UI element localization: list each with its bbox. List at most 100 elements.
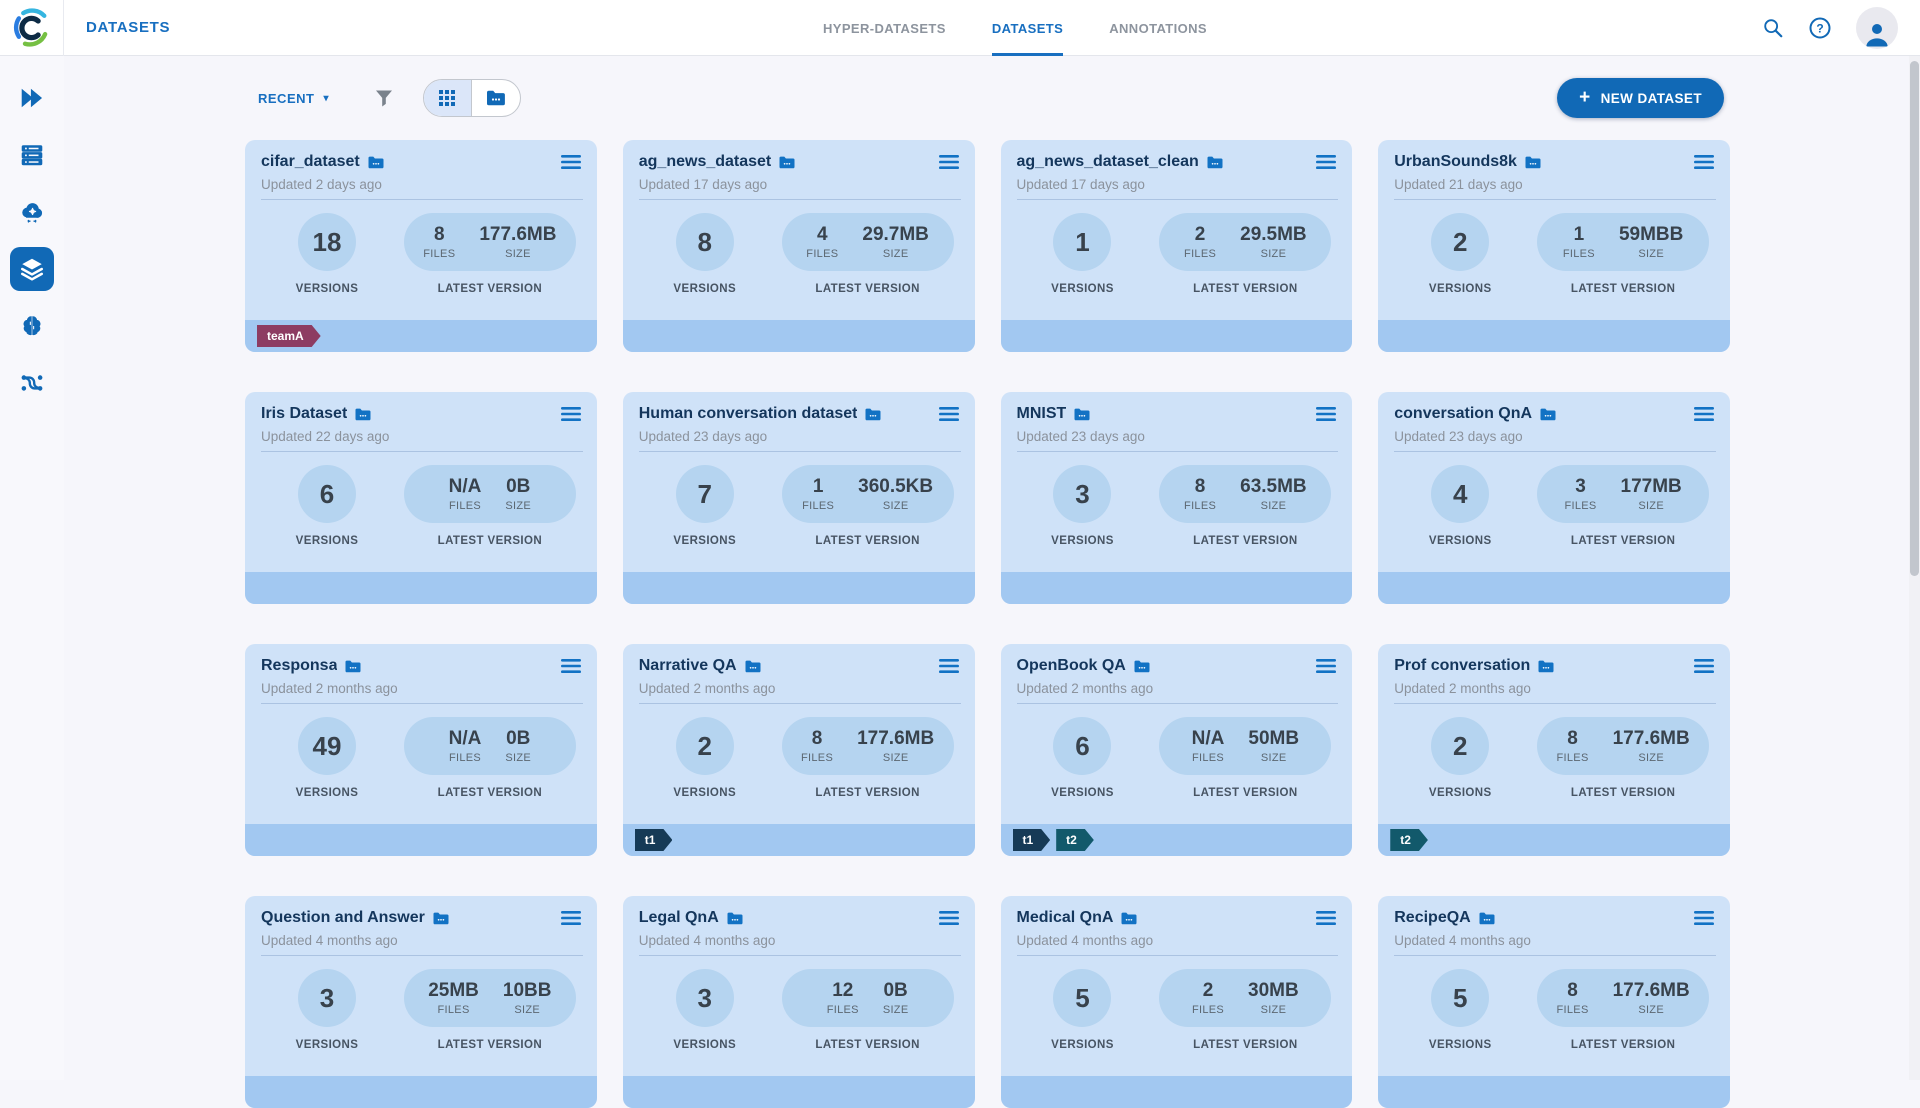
dataset-card-cifar_dataset[interactable]: cifar_dataset Updated 2 days ago 18 VERS…: [245, 140, 597, 352]
card-menu-icon[interactable]: [1314, 657, 1338, 675]
card-divider: [1017, 955, 1339, 956]
size-label: SIZE: [505, 752, 531, 764]
files-label: FILES: [827, 1004, 859, 1016]
latest-version-stats: 4FILES 29.7MBSIZE: [782, 213, 954, 271]
card-menu-icon[interactable]: [1692, 657, 1716, 675]
card-menu-icon[interactable]: [1314, 153, 1338, 171]
card-tags-strip: [1001, 1076, 1353, 1108]
dataset-card-Legal-QnA[interactable]: Legal QnA Updated 4 months ago 3 VERSION…: [623, 896, 975, 1108]
dataset-card-MNIST[interactable]: MNIST Updated 23 days ago 3 VERSIONS 8FI…: [1001, 392, 1353, 604]
size-value: 177MB: [1621, 476, 1682, 498]
card-menu-icon[interactable]: [559, 405, 583, 423]
dataset-title: RecipeQA: [1394, 909, 1470, 927]
latest-version-stats: N/AFILES 0BSIZE: [404, 717, 576, 775]
card-tags-strip: [623, 320, 975, 352]
new-dataset-button[interactable]: + NEW DATASET: [1557, 78, 1724, 118]
latest-version-label: LATEST VERSION: [1152, 535, 1338, 547]
card-menu-icon[interactable]: [937, 657, 961, 675]
tab-hyper-datasets[interactable]: HYPER-DATASETS: [823, 0, 946, 56]
tab-annotations[interactable]: ANNOTATIONS: [1109, 0, 1207, 56]
dataset-card-Prof-conversation[interactable]: Prof conversation Updated 2 months ago 2…: [1378, 644, 1730, 856]
dataset-card-ag_news_dataset[interactable]: ag_news_dataset Updated 17 days ago 8 VE…: [623, 140, 975, 352]
card-menu-icon[interactable]: [559, 657, 583, 675]
sidebar-item-projects[interactable]: [10, 76, 54, 120]
filter-button[interactable]: [375, 90, 393, 107]
card-body: ag_news_dataset_clean Updated 17 days ag…: [1001, 140, 1353, 295]
scrollbar-track[interactable]: [1909, 56, 1920, 1080]
dataset-card-conversation-QnA[interactable]: conversation QnA Updated 23 days ago 4 V…: [1378, 392, 1730, 604]
folder-icon: [1134, 660, 1150, 673]
dataset-card-Responsa[interactable]: Responsa Updated 2 months ago 49 VERSION…: [245, 644, 597, 856]
scrollbar-thumb[interactable]: [1910, 61, 1919, 576]
dataset-card-RecipeQA[interactable]: RecipeQA Updated 4 months ago 5 VERSIONS…: [1378, 896, 1730, 1108]
files-label: FILES: [1557, 1004, 1589, 1016]
sort-dropdown[interactable]: RECENT ▾: [258, 91, 329, 106]
view-mode-toggle: [423, 79, 521, 117]
sidebar-item-datasets[interactable]: [10, 247, 54, 291]
folder-view-icon: [486, 90, 506, 106]
latest-version-stats: 1FILES 360.5KBSIZE: [782, 465, 954, 523]
user-avatar-icon[interactable]: [1856, 7, 1898, 49]
files-count: 8: [1195, 476, 1206, 498]
page-title: DATASETS: [86, 19, 170, 36]
card-menu-icon[interactable]: [559, 909, 583, 927]
app-logo[interactable]: [0, 0, 64, 56]
sidebar-item-workers[interactable]: [10, 190, 54, 234]
card-menu-icon[interactable]: [1692, 405, 1716, 423]
grid-view-button[interactable]: [424, 80, 472, 116]
dataset-card-Question-and-Answer[interactable]: Question and Answer Updated 4 months ago…: [245, 896, 597, 1108]
files-count: 1: [1574, 224, 1585, 246]
size-value: 59MBB: [1619, 224, 1683, 246]
card-body: cifar_dataset Updated 2 days ago 18 VERS…: [245, 140, 597, 295]
sidebar-item-models[interactable]: [10, 304, 54, 348]
dataset-title: conversation QnA: [1394, 405, 1532, 423]
card-menu-icon[interactable]: [937, 405, 961, 423]
latest-version-label: LATEST VERSION: [1530, 787, 1716, 799]
files-label: FILES: [449, 752, 481, 764]
dataset-card-UrbanSounds8k[interactable]: UrbanSounds8k Updated 21 days ago 2 VERS…: [1378, 140, 1730, 352]
files-label: FILES: [1564, 500, 1596, 512]
files-count: 8: [1567, 980, 1578, 1002]
header-icon-group: ?: [1762, 0, 1898, 56]
latest-version-label: LATEST VERSION: [1152, 283, 1338, 295]
card-tags-strip: [245, 1076, 597, 1108]
versions-count: 6: [298, 465, 356, 523]
dataset-card-Medical-QnA[interactable]: Medical QnA Updated 4 months ago 5 VERSI…: [1001, 896, 1353, 1108]
dataset-card-Human-conversation-dataset[interactable]: Human conversation dataset Updated 23 da…: [623, 392, 975, 604]
card-menu-icon[interactable]: [1692, 153, 1716, 171]
folder-icon: [1540, 408, 1556, 421]
sidebar-item-queues[interactable]: [10, 133, 54, 177]
dataset-card-ag_news_dataset_clean[interactable]: ag_news_dataset_clean Updated 17 days ag…: [1001, 140, 1353, 352]
tag-badge: teamA: [257, 325, 321, 347]
card-menu-icon[interactable]: [1692, 909, 1716, 927]
tag-badge: t1: [635, 829, 673, 851]
latest-version-label: LATEST VERSION: [775, 283, 961, 295]
updated-text: Updated 23 days ago: [639, 429, 961, 444]
size-label: SIZE: [1261, 1004, 1287, 1016]
size-label: SIZE: [883, 500, 909, 512]
sidebar-item-pipelines[interactable]: [10, 361, 54, 405]
latest-version-label: LATEST VERSION: [775, 1039, 961, 1051]
card-menu-icon[interactable]: [937, 153, 961, 171]
card-body: conversation QnA Updated 23 days ago 4 V…: [1378, 392, 1730, 547]
dataset-title: OpenBook QA: [1017, 657, 1126, 675]
latest-version-label: LATEST VERSION: [397, 283, 583, 295]
folder-icon: [1207, 156, 1223, 169]
dataset-card-Iris-Dataset[interactable]: Iris Dataset Updated 22 days ago 6 VERSI…: [245, 392, 597, 604]
dataset-title: Legal QnA: [639, 909, 719, 927]
tab-datasets[interactable]: DATASETS: [992, 0, 1063, 56]
card-menu-icon[interactable]: [559, 153, 583, 171]
folder-view-button[interactable]: [472, 80, 520, 116]
search-icon[interactable]: [1762, 17, 1784, 39]
dataset-card-Narrative-QA[interactable]: Narrative QA Updated 2 months ago 2 VERS…: [623, 644, 975, 856]
size-value: 29.5MB: [1240, 224, 1307, 246]
size-value: 29.7MB: [862, 224, 929, 246]
card-menu-icon[interactable]: [937, 909, 961, 927]
versions-count: 6: [1053, 717, 1111, 775]
latest-version-label: LATEST VERSION: [1530, 1039, 1716, 1051]
card-menu-icon[interactable]: [1314, 909, 1338, 927]
dataset-card-OpenBook-QA[interactable]: OpenBook QA Updated 2 months ago 6 VERSI…: [1001, 644, 1353, 856]
card-menu-icon[interactable]: [1314, 405, 1338, 423]
help-icon[interactable]: ?: [1808, 16, 1832, 40]
versions-label: VERSIONS: [283, 283, 371, 295]
